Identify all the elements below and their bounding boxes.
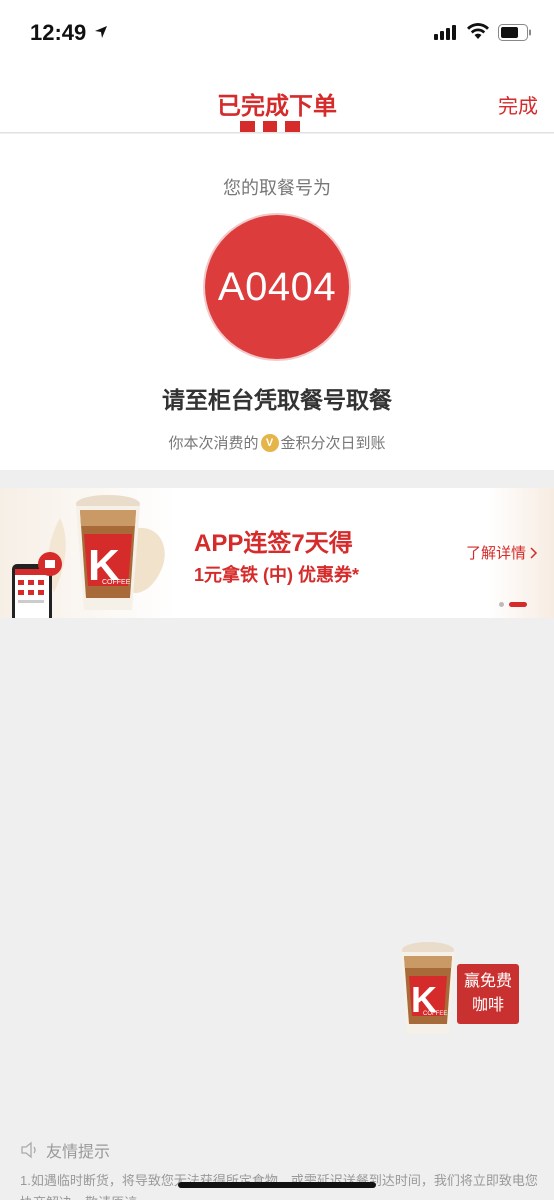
promo-banner[interactable]: K COFFEE APP连签7天得 1元拿铁 (中) 优惠券* 了解详情 bbox=[0, 488, 554, 618]
status-time: 12:49 bbox=[30, 20, 87, 45]
tips-title: 友情提示 bbox=[46, 1144, 111, 1161]
banner-subline: 1元拿铁 (中) 优惠券* bbox=[194, 565, 360, 585]
order-number-circle: A0404 bbox=[205, 215, 349, 359]
coffee-cup-icon: K COFFEE bbox=[401, 942, 455, 1034]
free-coffee-line1: 赢免费 bbox=[463, 973, 512, 990]
battery-icon bbox=[498, 24, 531, 41]
gold-points-icon: V bbox=[260, 433, 279, 452]
free-coffee-float[interactable]: K COFFEE 赢免费 咖啡 bbox=[395, 940, 525, 1036]
learn-more-link[interactable]: 了解详情 bbox=[466, 542, 538, 563]
home-indicator[interactable] bbox=[178, 1182, 376, 1188]
carousel-dot[interactable] bbox=[499, 602, 504, 607]
pickup-instruction: 请至柜台凭取餐号取餐 bbox=[162, 387, 392, 413]
banner-headline: APP连签7天得 bbox=[194, 530, 353, 557]
svg-text:COFFEE: COFFEE bbox=[102, 579, 131, 586]
wifi-icon bbox=[467, 22, 489, 39]
order-number: A0404 bbox=[217, 264, 337, 309]
free-coffee-label: 赢免费 咖啡 bbox=[457, 964, 519, 1024]
order-caption: 您的取餐号为 bbox=[223, 178, 331, 198]
carousel-dot-active[interactable] bbox=[509, 602, 527, 607]
tips-header: 友情提示 bbox=[20, 1138, 110, 1162]
done-button[interactable]: 完成 bbox=[498, 90, 538, 119]
free-coffee-line2: 咖啡 bbox=[471, 997, 504, 1014]
title-decoration bbox=[240, 121, 301, 132]
learn-more-label: 了解详情 bbox=[466, 545, 527, 562]
status-bar: 12:49 bbox=[0, 0, 554, 66]
speaker-icon bbox=[21, 1141, 36, 1159]
nav-bar: 已完成下单 完成 bbox=[0, 66, 554, 133]
order-card: 您的取餐号为 A0404 请至柜台凭取餐号取餐 你本次消费的 V 金积分次日到账 bbox=[0, 134, 554, 470]
chevron-right-icon bbox=[530, 546, 538, 559]
carousel-indicator bbox=[499, 602, 527, 607]
points-prefix: 你本次消费的 bbox=[168, 435, 259, 452]
points-notice: 你本次消费的 V 金积分次日到账 bbox=[0, 432, 554, 453]
banner-illustration: K COFFEE bbox=[12, 495, 165, 618]
signal-icon bbox=[434, 25, 456, 40]
points-suffix: 金积分次日到账 bbox=[280, 435, 386, 452]
location-arrow-icon bbox=[95, 26, 107, 38]
svg-text:COFFEE: COFFEE bbox=[423, 1011, 447, 1017]
page-title: 已完成下单 bbox=[217, 93, 337, 120]
